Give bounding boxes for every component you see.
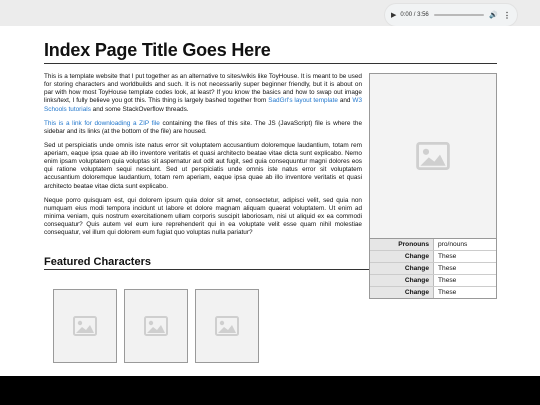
info-value: These: [434, 251, 496, 262]
sidebar-image: [370, 74, 496, 239]
footer-bar: [0, 376, 540, 405]
info-row: Pronouns pro/nouns: [370, 239, 496, 250]
info-value: These: [434, 275, 496, 286]
info-row: Change These: [370, 286, 496, 298]
lorem-paragraph-1: Sed ut perspiciatis unde omnis iste natu…: [44, 141, 362, 190]
featured-gallery: [53, 289, 259, 363]
image-placeholder-icon: [73, 316, 97, 336]
character-thumbnail[interactable]: [124, 289, 188, 363]
intro-text-3: and some StackOverflow threads.: [90, 105, 189, 113]
info-key: Change: [370, 287, 434, 298]
intro-text-2: and: [337, 97, 353, 105]
zip-download-link[interactable]: This is a link for downloading a ZIP fil…: [44, 120, 160, 127]
page-title: Index Page Title Goes Here: [44, 40, 497, 64]
main-text: This is a template website that I put to…: [44, 73, 362, 243]
info-row: Change These: [370, 262, 496, 274]
info-value: pro/nouns: [434, 239, 496, 250]
audio-time: 0:00 / 3:56: [400, 12, 429, 18]
info-row: Change These: [370, 274, 496, 286]
info-value: These: [434, 263, 496, 274]
info-row: Change These: [370, 250, 496, 262]
info-key: Pronouns: [370, 239, 434, 250]
intro-paragraph: This is a template website that I put to…: [44, 73, 362, 114]
image-placeholder-icon: [144, 316, 168, 336]
info-key: Change: [370, 263, 434, 274]
character-thumbnail[interactable]: [195, 289, 259, 363]
info-key: Change: [370, 275, 434, 286]
play-icon[interactable]: ▶: [391, 11, 396, 19]
audio-player[interactable]: ▶ 0:00 / 3:56 🔊 ⋮: [385, 4, 517, 26]
character-thumbnail[interactable]: [53, 289, 117, 363]
page-content: Index Page Title Goes Here This is a tem…: [0, 26, 540, 376]
sadgrl-layout-link[interactable]: SadGrl's layout template: [268, 97, 338, 104]
zip-paragraph: This is a link for downloading a ZIP fil…: [44, 120, 362, 136]
character-sidebar: Pronouns pro/nouns Change These Change Thes…: [369, 73, 497, 299]
more-vertical-icon[interactable]: ⋮: [503, 11, 511, 20]
image-placeholder-icon: [416, 142, 450, 170]
info-value: These: [434, 287, 496, 298]
info-key: Change: [370, 251, 434, 262]
info-table: Pronouns pro/nouns Change These Change Thes…: [370, 239, 496, 298]
speaker-icon[interactable]: 🔊: [489, 11, 498, 19]
lorem-paragraph-2: Neque porro quisquam est, qui dolorem ip…: [44, 196, 362, 237]
featured-characters-heading: Featured Characters: [44, 256, 369, 270]
image-placeholder-icon: [215, 316, 239, 336]
audio-progress-track[interactable]: [433, 14, 485, 16]
